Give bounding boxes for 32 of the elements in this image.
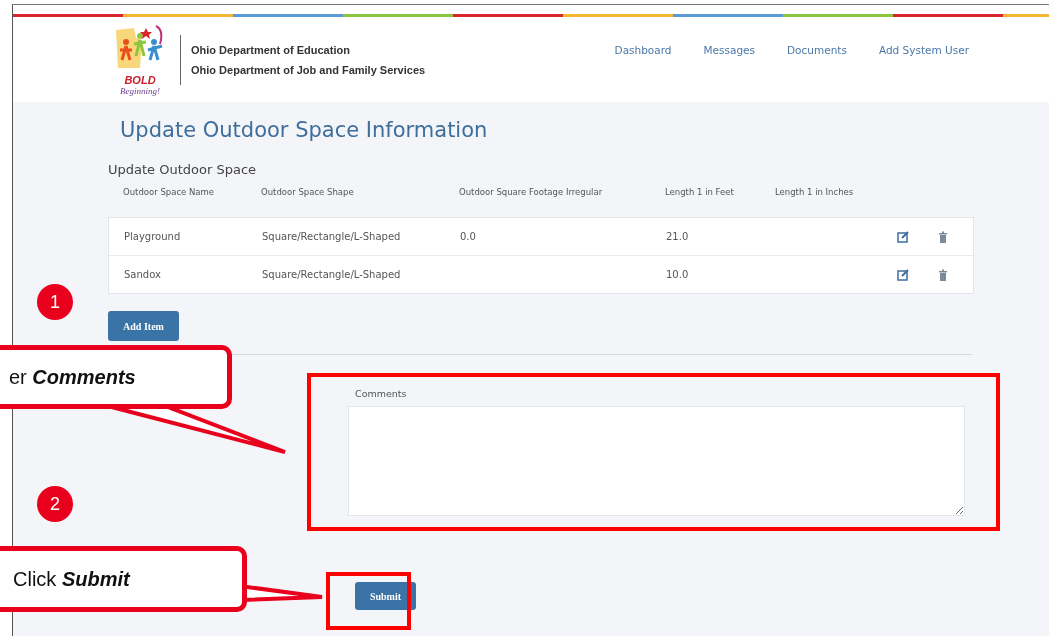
submit-button[interactable]: Submit — [355, 582, 416, 610]
field-label: Comments — [355, 388, 408, 399]
table-cell-text: 21.0 — [666, 231, 690, 242]
comments-field[interactable] — [348, 406, 965, 516]
trash-icon[interactable] — [937, 230, 949, 243]
instruction-callout: er Comments — [0, 345, 232, 409]
add-item-button[interactable]: Add Item — [108, 311, 179, 341]
table-cell-text: 10.0 — [666, 269, 690, 280]
instruction-callout: Click Submit — [0, 546, 247, 612]
column-header: Outdoor Space Shape — [261, 187, 355, 197]
nav-link[interactable]: Add System User — [878, 43, 969, 56]
logo-tagline: Beginning! — [120, 85, 160, 96]
section-title: Update Outdoor Space — [108, 162, 258, 177]
column-header: Length 1 in Feet — [665, 187, 735, 197]
trash-icon[interactable] — [937, 268, 949, 281]
table-cell-text: Playground — [124, 231, 182, 242]
nav-link[interactable]: Messages — [703, 43, 756, 56]
logo-word: BOLD — [124, 74, 156, 86]
table-cell-text: 0.0 — [460, 231, 477, 242]
column-header: Length 1 in Inches — [775, 187, 855, 197]
table-cell-text: Sandox — [124, 269, 162, 280]
table-cell-text: Square/Rectangle/L-Shaped — [262, 269, 402, 280]
edit-icon[interactable] — [897, 230, 909, 243]
column-header: Outdoor Square Footage Irregular — [459, 187, 604, 197]
table-cell-text: Square/Rectangle/L-Shaped — [262, 231, 402, 242]
nav-link[interactable]: Documents — [787, 43, 847, 56]
nav-link[interactable]: Dashboard — [614, 43, 672, 56]
agency-name: Ohio Department of Education — [191, 43, 351, 56]
page-title: Update Outdoor Space Information — [120, 118, 489, 142]
column-header: Outdoor Space Name — [123, 187, 216, 197]
agency-name: Ohio Department of Job and Family Services — [191, 63, 426, 76]
edit-icon[interactable] — [897, 268, 909, 281]
